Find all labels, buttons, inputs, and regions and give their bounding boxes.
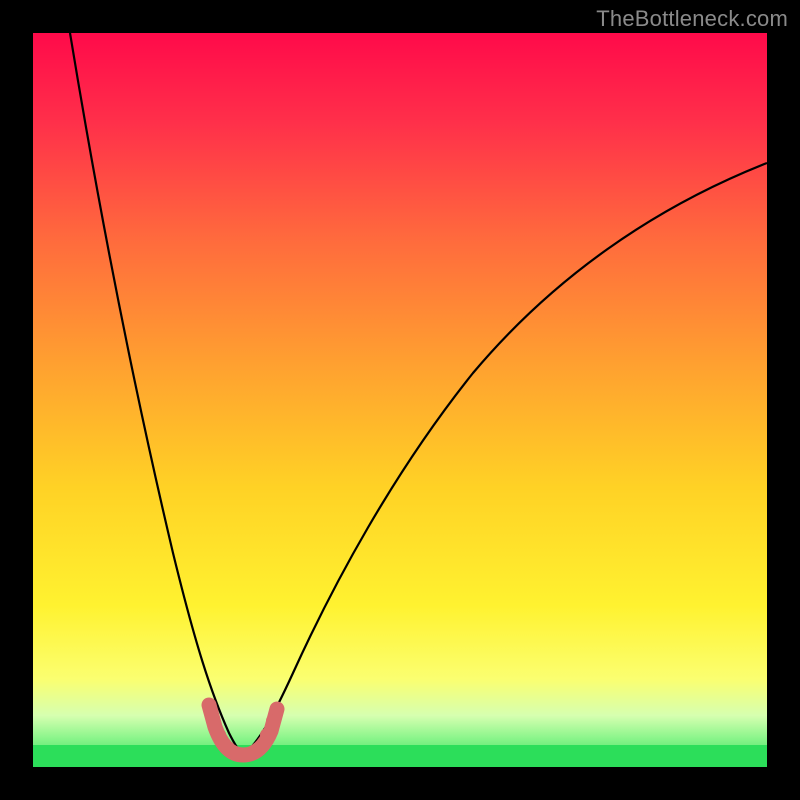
optimal-marker-dots (202, 698, 284, 762)
curve-right (243, 163, 767, 755)
watermark-text: TheBottleneck.com (596, 6, 788, 32)
chart-frame (33, 33, 767, 767)
chart-curves (33, 33, 767, 767)
curve-left (70, 33, 243, 755)
